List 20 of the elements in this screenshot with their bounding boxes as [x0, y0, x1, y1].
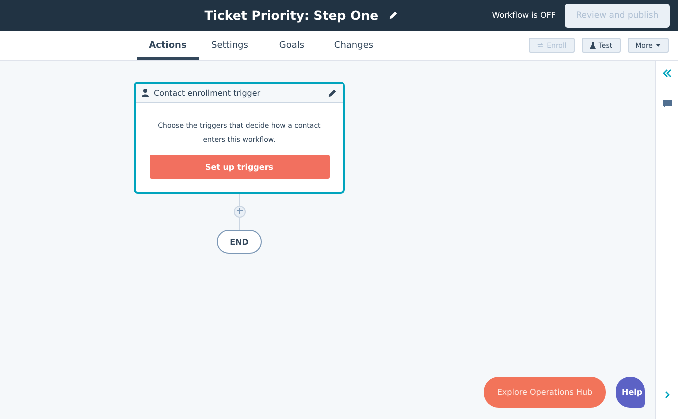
- flask-icon: [590, 42, 596, 49]
- help-button[interactable]: Help: [616, 377, 645, 408]
- plus-icon: [236, 208, 242, 214]
- refresh-icon: [537, 42, 544, 49]
- comment-icon[interactable]: [662, 100, 672, 108]
- tab[interactable]: Settings: [199, 31, 261, 60]
- collapse-icon[interactable]: [662, 69, 672, 78]
- add-action-button[interactable]: [234, 206, 246, 218]
- pencil-icon[interactable]: [328, 88, 337, 98]
- pencil-icon[interactable]: [388, 11, 398, 20]
- workflow-title: Ticket Priority: Step One: [204, 8, 379, 23]
- card-title: Contact enrollment trigger: [154, 88, 262, 98]
- caret-icon: [656, 44, 661, 47]
- tab[interactable]: Actions: [137, 31, 199, 60]
- workflow-status: Workflow is OFF: [492, 11, 556, 20]
- person-icon: [142, 89, 149, 97]
- tab[interactable]: Goals: [261, 31, 323, 60]
- tab[interactable]: Changes: [323, 31, 385, 60]
- chevron-right-icon[interactable]: [664, 391, 670, 399]
- end-node: END: [217, 230, 262, 254]
